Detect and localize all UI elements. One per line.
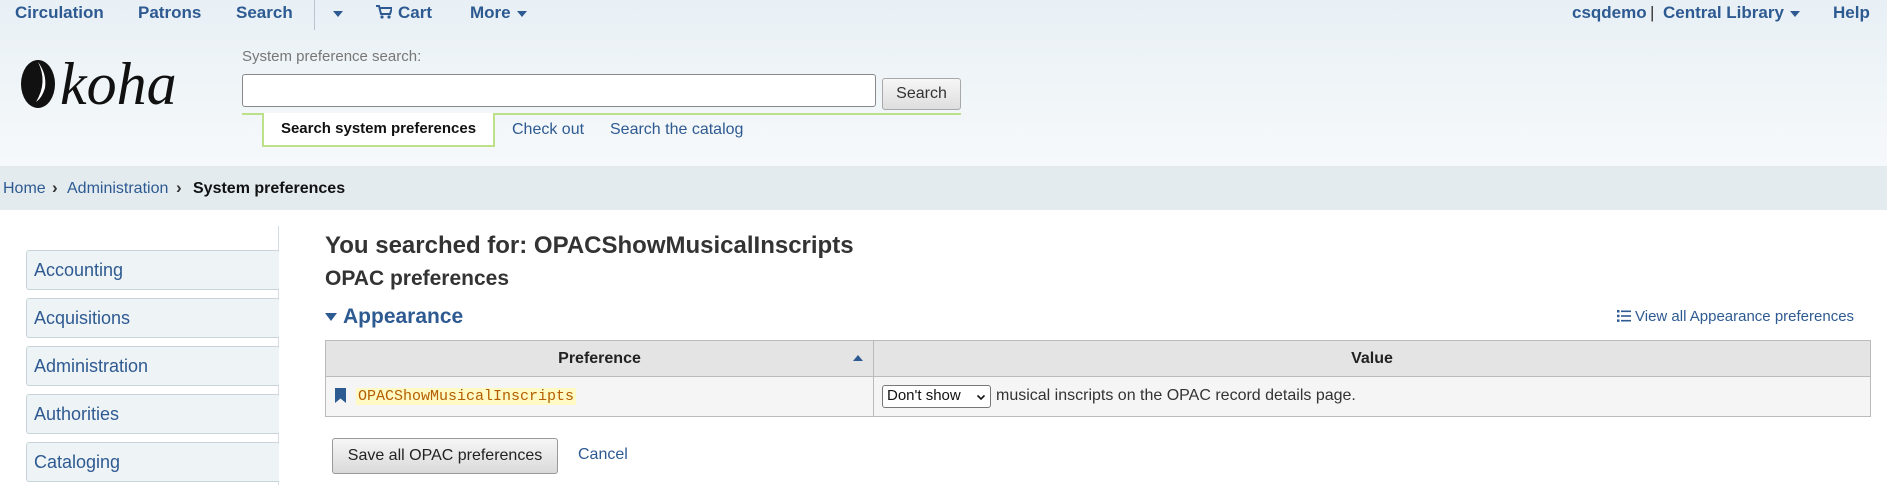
table-row: OPACShowMusicalInscripts (326, 377, 874, 416)
cancel-link[interactable]: Cancel (578, 446, 628, 464)
preference-description: musical inscripts on the OPAC record det… (996, 387, 1356, 404)
preference-search-input[interactable] (242, 74, 876, 107)
nav-cart-label: Cart (398, 3, 433, 22)
nav-library-label: Central Library (1663, 3, 1784, 22)
nav-cart[interactable]: Cart (376, 3, 432, 23)
sidebar-item-administration[interactable]: Administration (26, 346, 279, 386)
caret-down-icon (1789, 10, 1800, 17)
section-title: OPAC preferences (325, 267, 510, 290)
view-all-label: View all Appearance preferences (1635, 308, 1855, 325)
preferences-table: Preference Value OPACShowMusicalInscript… (325, 340, 1871, 417)
sidebar-item-cataloging[interactable]: Cataloging (26, 442, 279, 482)
cart-icon (376, 5, 392, 19)
chevron-right-icon: › (176, 178, 182, 197)
nav-search-dropdown[interactable] (327, 3, 343, 23)
preference-value-select[interactable]: Don't show (882, 385, 991, 408)
breadcrumb-administration[interactable]: Administration (67, 180, 168, 198)
page-title: You searched for: OPACShowMusicalInscrip… (325, 232, 854, 259)
nav-divider (314, 0, 315, 30)
group-toggle-appearance[interactable]: Appearance (325, 305, 463, 329)
nav-library[interactable]: Central Library (1663, 3, 1800, 23)
nav-more[interactable]: More (470, 3, 527, 23)
tab-check-out[interactable]: Check out (512, 121, 584, 139)
nav-more-label: More (470, 3, 511, 22)
breadcrumb-home[interactable]: Home (3, 180, 46, 198)
column-header-label: Preference (558, 350, 641, 367)
column-header-preference[interactable]: Preference (326, 341, 874, 377)
view-all-appearance-link[interactable]: View all Appearance preferences (1617, 308, 1854, 325)
koha-logo: koha (21, 51, 177, 108)
nav-search[interactable]: Search (236, 3, 293, 23)
sidebar-item-authorities[interactable]: Authorities (26, 394, 279, 434)
sort-ascending-icon (853, 355, 863, 361)
caret-down-icon (516, 10, 527, 17)
chevron-down-icon (977, 394, 985, 401)
top-navigation: Circulation Patrons Search Cart More csq… (0, 0, 1887, 30)
nav-circulation[interactable]: Circulation (15, 3, 104, 23)
header: Circulation Patrons Search Cart More csq… (0, 0, 1887, 166)
breadcrumb-current: System preferences (193, 180, 346, 197)
nav-patrons[interactable]: Patrons (138, 3, 201, 23)
nav-user[interactable]: csqdemo (1572, 3, 1647, 23)
nav-user-separator: | (1650, 3, 1655, 22)
nav-help[interactable]: Help (1833, 3, 1870, 23)
svg-text:koha: koha (60, 51, 177, 108)
group-title-label: Appearance (343, 305, 464, 328)
sidebar-item-acquisitions[interactable]: Acquisitions (26, 298, 279, 338)
search-button[interactable]: Search (882, 78, 961, 110)
preference-search-label: System preference search: (242, 48, 422, 65)
preference-name: OPACShowMusicalInscripts (356, 388, 577, 405)
tab-search-catalog[interactable]: Search the catalog (610, 121, 743, 139)
chevron-right-icon: › (52, 178, 58, 197)
tab-search-system-preferences[interactable]: Search system preferences (262, 113, 495, 147)
sidebar-item-accounting[interactable]: Accounting (26, 250, 279, 290)
bookmark-icon[interactable] (335, 388, 346, 403)
save-all-preferences-button[interactable]: Save all OPAC preferences (332, 438, 558, 474)
list-icon (1617, 310, 1631, 322)
column-header-value[interactable]: Value (874, 341, 1870, 377)
select-value: Don't show (887, 387, 961, 404)
caret-down-icon (325, 313, 337, 322)
table-cell-value: Don't show musical inscripts on the OPAC… (874, 377, 1870, 416)
breadcrumb: Home › Administration › System preferenc… (0, 166, 1887, 210)
caret-down-icon (333, 10, 343, 17)
